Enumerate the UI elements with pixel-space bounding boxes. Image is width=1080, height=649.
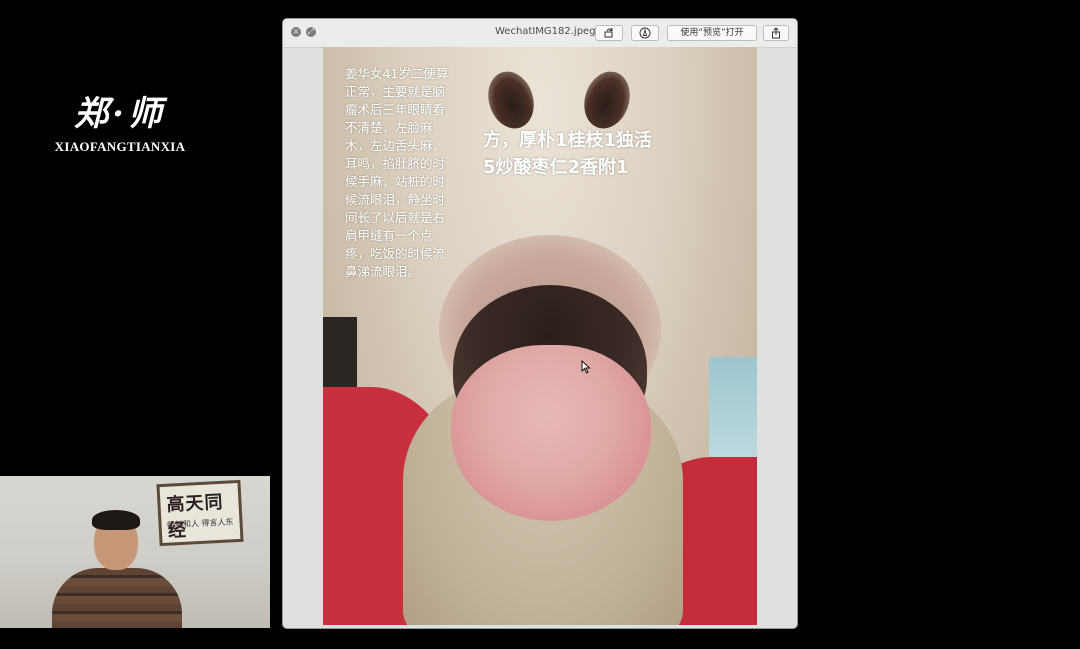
prescription-text: 方，厚朴1桂枝1独活5炒酸枣仁2香附1 — [483, 130, 653, 178]
rotate-button[interactable] — [595, 25, 623, 41]
preview-window: × ⤢ WechatIMG182.jpeg 使用“预览”打开 姜华女41岁二便算… — [283, 19, 797, 628]
channel-logo: 郑·师 XIAOFANGTIANXIA — [40, 86, 200, 155]
case-description-text: 姜华女41岁二便算正常，主要就是脑瘤术后三年眼睛看不清楚，左脸麻木，左边舌头麻，… — [345, 66, 449, 279]
fullscreen-button[interactable]: ⤢ — [306, 27, 316, 37]
markup-button[interactable] — [631, 25, 659, 41]
fullscreen-icon: ⤢ — [307, 27, 315, 36]
mouse-cursor-icon — [581, 360, 591, 374]
rotate-icon — [604, 28, 613, 38]
logo-title: 郑·师 — [74, 94, 166, 134]
presenter — [52, 510, 182, 628]
presenter-hair — [92, 510, 140, 530]
presenter-sweater — [52, 568, 182, 628]
window-title: WechatIMG182.jpeg — [495, 26, 596, 37]
webcam-inset: 高天同经 朝鲜和人 得言人东 — [0, 476, 270, 628]
close-icon: × — [292, 27, 300, 36]
share-button[interactable] — [763, 25, 789, 41]
share-icon — [772, 27, 780, 39]
open-with-preview-button[interactable]: 使用“预览”打开 — [667, 25, 757, 41]
window-titlebar[interactable]: × ⤢ WechatIMG182.jpeg 使用“预览”打开 — [283, 19, 797, 48]
markup-icon — [639, 27, 651, 39]
logo-subtitle: XIAOFANGTIANXIA — [54, 139, 186, 154]
tongue — [451, 345, 651, 521]
close-button[interactable]: × — [291, 27, 301, 37]
tongue-photo: 姜华女41岁二便算正常，主要就是脑瘤术后三年眼睛看不清楚，左脸麻木，左边舌头麻，… — [323, 47, 757, 625]
calligraphy-main: 高天同经 — [165, 491, 225, 542]
